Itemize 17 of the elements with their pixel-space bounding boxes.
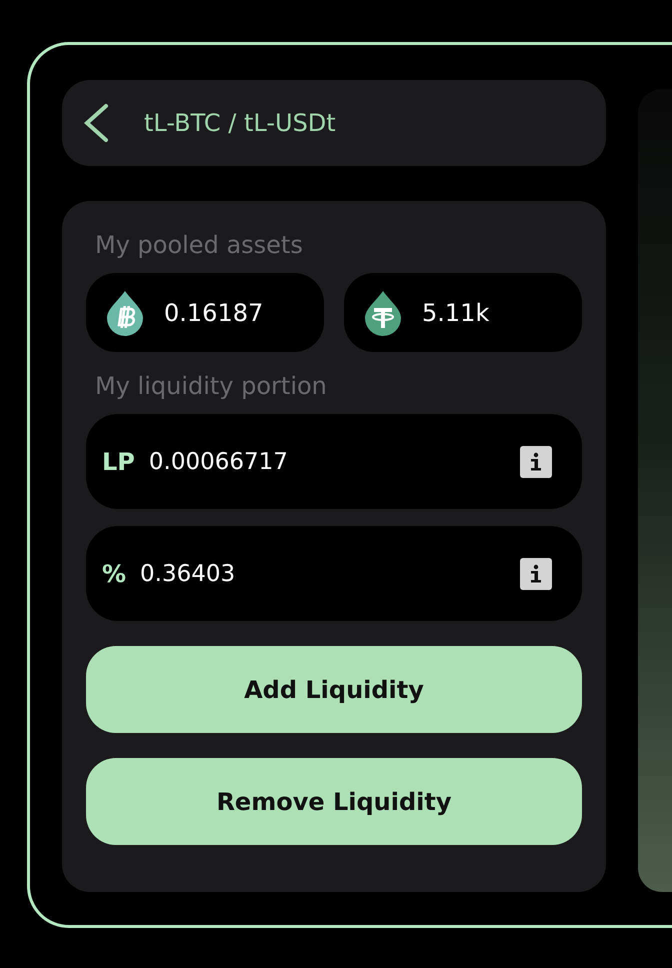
- portion-value: 0.36403: [140, 560, 236, 586]
- section-label: My pooled assets: [95, 231, 304, 259]
- tether-drop-icon: [364, 290, 402, 336]
- info-icon[interactable]: [520, 446, 552, 478]
- back-icon: [82, 103, 110, 143]
- unit-label: %: [102, 560, 126, 588]
- info-icon[interactable]: [520, 558, 552, 590]
- section-label: My liquidity portion: [95, 372, 328, 400]
- pair-title: tL-BTC / tL-USDt: [144, 109, 336, 137]
- asset-amount: 0.16187: [164, 298, 264, 326]
- unit-label: LP: [102, 448, 135, 476]
- action-button[interactable]: Add Liquidity: [86, 646, 582, 733]
- asset-amount: 5.11k: [422, 298, 490, 326]
- portion-value: 0.00066717: [148, 448, 289, 474]
- bitcoin-drop-icon: [106, 290, 144, 336]
- back-button[interactable]: [82, 103, 110, 143]
- action-button[interactable]: Remove Liquidity: [86, 758, 582, 845]
